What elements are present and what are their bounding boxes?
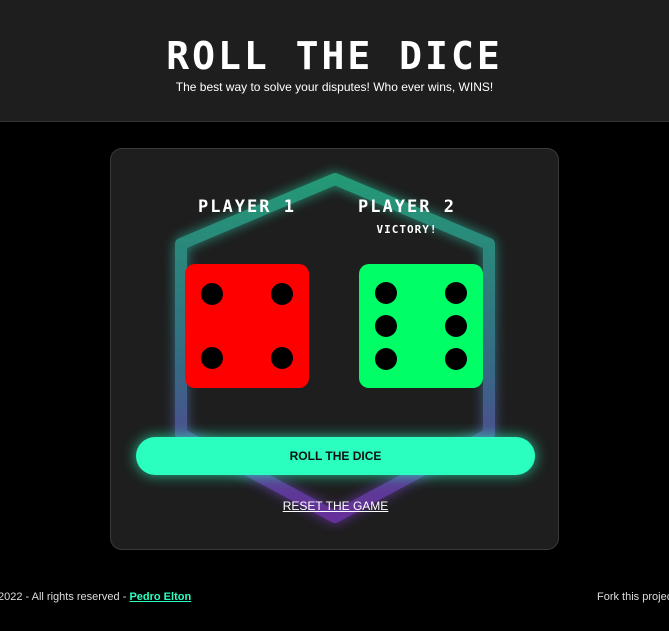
victory-text: VICTORY! <box>376 223 438 236</box>
die-pip <box>375 348 398 371</box>
player-2-label: PLAYER 2 <box>358 197 456 217</box>
die-pip <box>201 282 224 305</box>
die-pip <box>375 315 398 337</box>
player-1-die <box>185 264 309 388</box>
game-card: PLAYER 1 PLAYER 2 VICTORY! ROLL THE DICE… <box>110 148 559 550</box>
die-pip <box>270 347 293 370</box>
roll-dice-button[interactable]: ROLL THE DICE <box>136 437 535 475</box>
fork-project-link[interactable]: Fork this project <box>597 591 669 603</box>
die-pip <box>201 347 224 370</box>
page-subtitle: The best way to solve your disputes! Who… <box>175 80 494 94</box>
die-pip <box>444 348 467 371</box>
player-1-label: PLAYER 1 <box>198 197 296 217</box>
copyright-text: 2022 - All rights reserved - <box>0 591 130 603</box>
die-pip <box>444 315 467 337</box>
reset-game-link[interactable]: RESET THE GAME <box>111 499 558 513</box>
author-link[interactable]: Pedro Elton <box>129 591 191 603</box>
footer-copyright: 2022 - All rights reserved - Pedro Elton <box>0 591 191 603</box>
die-pip <box>444 281 467 304</box>
die-pip <box>375 281 398 304</box>
page-title: ROLL THE DICE <box>166 34 503 78</box>
player-2-die <box>359 264 483 388</box>
page-header: ROLL THE DICE The best way to solve your… <box>0 0 669 122</box>
die-pip <box>270 282 293 305</box>
